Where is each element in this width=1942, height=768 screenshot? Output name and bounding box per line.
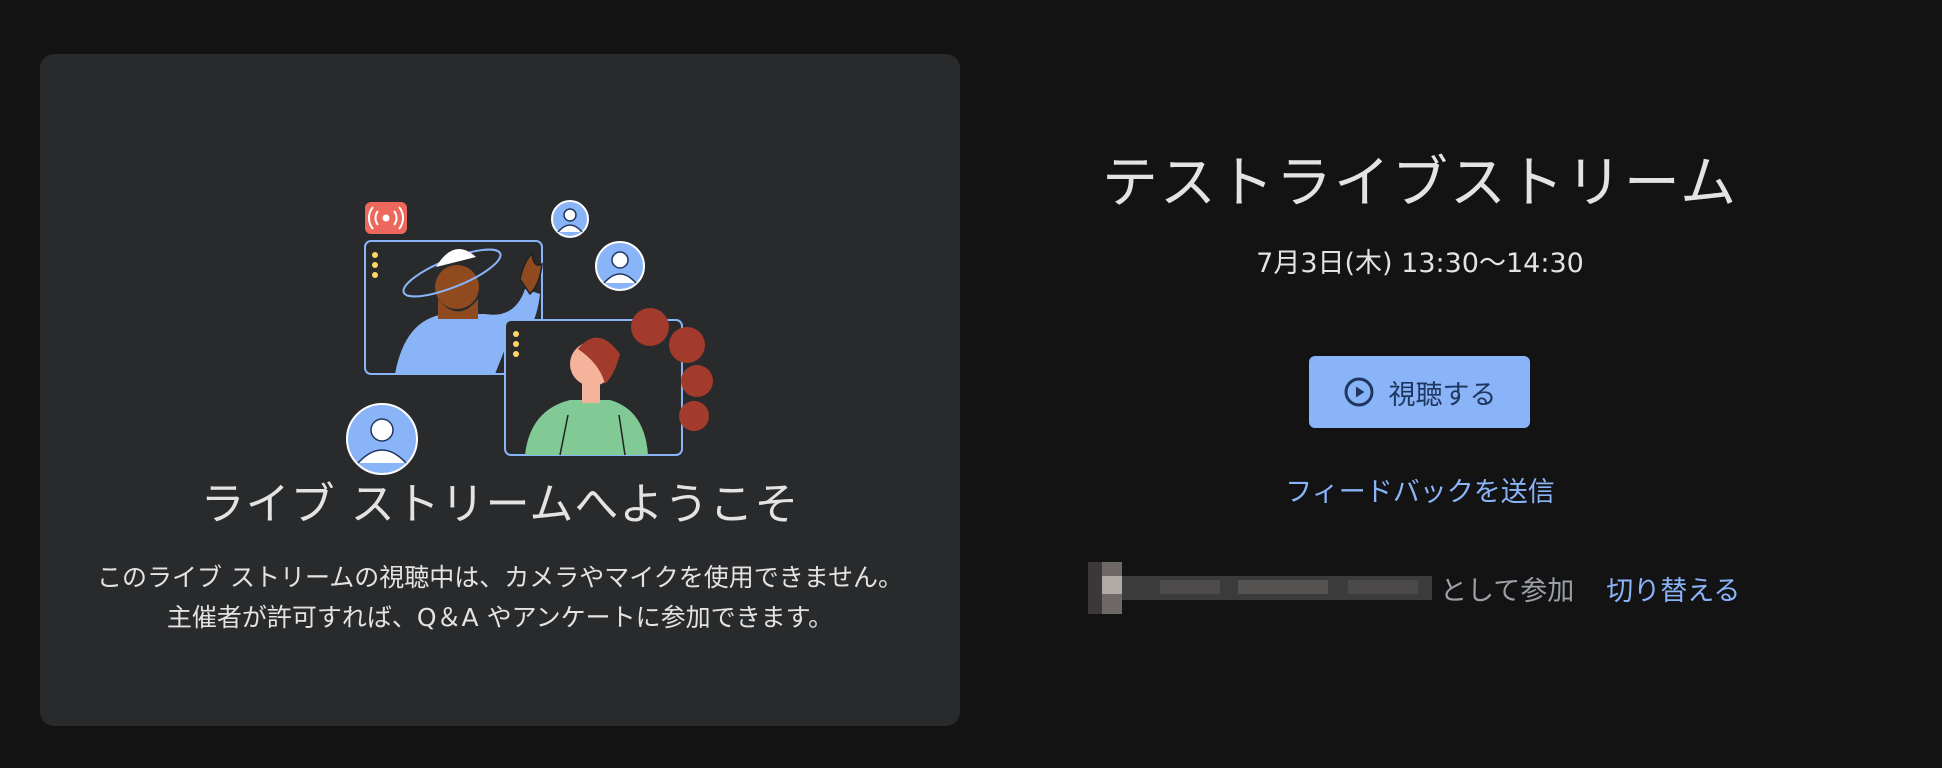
broadcast-icon [365,202,407,234]
welcome-card: ライブ ストリームへようこそ このライブ ストリームの視聴中は、カメラやマイクを… [40,54,960,726]
event-title: テストライブストリーム [1101,151,1739,216]
blurred-account-name [1088,562,1432,614]
play-circle-icon [1344,377,1373,407]
welcome-description: このライブ ストリームの視聴中は、カメラやマイクを使用できません。主催者が許可す… [97,563,903,632]
account-row: として参加 切り替える [1088,562,1740,614]
switch-account-link[interactable]: 切り替える [1606,569,1740,608]
avatar-icon [595,241,645,291]
welcome-title: ライブ ストリームへようこそ [200,479,800,530]
send-feedback-link[interactable]: フィードバックを送信 [1020,470,1820,509]
avatar-icon [551,200,589,238]
welcome-illustration [346,200,713,475]
avatar-icon [346,403,418,475]
live-stream-join-page: ライブ ストリームへようこそ このライブ ストリームの視聴中は、カメラやマイクを… [0,0,1942,768]
watch-button[interactable]: 視聴する [1309,356,1530,428]
event-time: 7月3日(木) 13:30〜14:30 [1256,248,1584,279]
watch-button-label: 視聴する [1388,379,1497,411]
join-as-text: として参加 [1440,575,1575,607]
